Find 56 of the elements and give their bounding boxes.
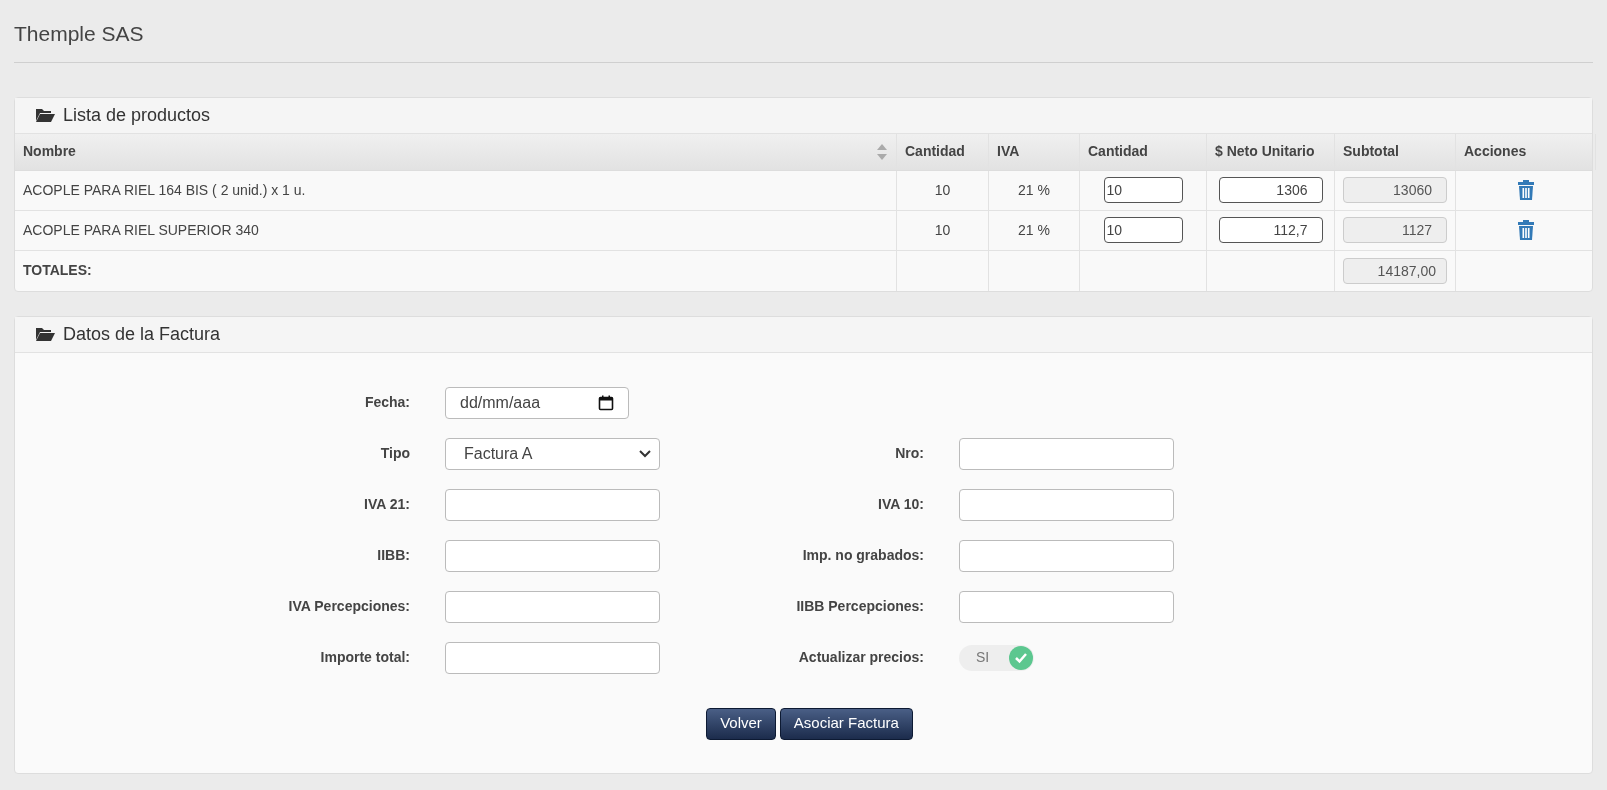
panel-title: Lista de productos xyxy=(63,103,211,127)
iva-cell-text: 21 % xyxy=(1018,180,1050,200)
folder-icon xyxy=(35,107,55,123)
folder-icon xyxy=(35,326,55,342)
field-label: IIBB: xyxy=(376,546,411,565)
net-price-input[interactable]: 1306 xyxy=(1218,177,1323,203)
field-label: IVA 21: xyxy=(363,495,411,514)
column-header[interactable]: Nombre xyxy=(23,141,76,162)
subtotal-field[interactable]: 1127 xyxy=(1343,217,1447,243)
field-label: Fecha: xyxy=(363,393,411,412)
field-label: Importe total: xyxy=(319,648,411,667)
chevron-down-icon[interactable] xyxy=(639,449,651,458)
quantity-input[interactable]: 10 xyxy=(1103,177,1183,203)
input-field[interactable] xyxy=(445,488,660,521)
field-label: Nro: xyxy=(894,444,925,463)
type-select[interactable]: Factura A xyxy=(445,437,660,470)
input-field[interactable] xyxy=(445,590,660,623)
date-field[interactable]: dd/mm/aaa xyxy=(445,386,629,419)
iva-cell-text: 21 % xyxy=(1018,220,1050,240)
action-button[interactable]: Volver xyxy=(706,707,776,740)
quantity-input[interactable]: 10 xyxy=(1103,217,1183,243)
quantity-cell-text: 10 xyxy=(934,220,951,240)
input-field[interactable] xyxy=(959,590,1174,623)
column-header[interactable]: Acciones xyxy=(1464,141,1527,162)
input-field[interactable] xyxy=(959,437,1174,470)
quantity-cell-text: 10 xyxy=(934,180,951,200)
check-icon xyxy=(1009,645,1033,670)
page-title: Themple SAS xyxy=(14,22,144,45)
panel-title: Datos de la Factura xyxy=(63,322,221,346)
totals-label: TOTALES: xyxy=(23,261,92,280)
field-label: Tipo xyxy=(379,444,411,463)
input-field[interactable] xyxy=(445,641,660,674)
product-name: ACOPLE PARA RIEL 164 BIS ( 2 unid.) x 1 u. xyxy=(23,180,306,200)
input-field[interactable] xyxy=(959,539,1174,572)
input-field[interactable] xyxy=(959,488,1174,521)
column-header[interactable]: $ Neto Unitario xyxy=(1215,141,1315,162)
net-price-input[interactable]: 112,7 xyxy=(1218,217,1323,243)
field-label: IIBB Percepciones: xyxy=(795,597,925,616)
column-header[interactable]: IVA xyxy=(997,141,1020,162)
subtotal-field[interactable]: 13060 xyxy=(1343,177,1447,203)
trash-icon[interactable] xyxy=(1517,220,1535,240)
calendar-icon[interactable] xyxy=(598,394,614,411)
sort-icon[interactable] xyxy=(876,142,888,161)
product-name: ACOPLE PARA RIEL SUPERIOR 340 xyxy=(23,220,259,240)
input-field[interactable] xyxy=(445,539,660,572)
field-label: Actualizar precios: xyxy=(797,648,925,667)
trash-icon[interactable] xyxy=(1517,180,1535,200)
action-button[interactable]: Asociar Factura xyxy=(779,707,913,740)
field-label: IVA 10: xyxy=(877,495,925,514)
field-label: IVA Percepciones: xyxy=(287,597,411,616)
column-header[interactable]: Cantidad xyxy=(905,141,965,162)
column-header[interactable]: Cantidad xyxy=(1088,141,1148,162)
total-field[interactable]: 14187,00 xyxy=(1343,257,1447,284)
field-label: Imp. no grabados: xyxy=(801,546,925,565)
column-header[interactable]: Subtotal xyxy=(1343,141,1399,162)
toggle-switch[interactable]: SI xyxy=(959,644,1034,671)
